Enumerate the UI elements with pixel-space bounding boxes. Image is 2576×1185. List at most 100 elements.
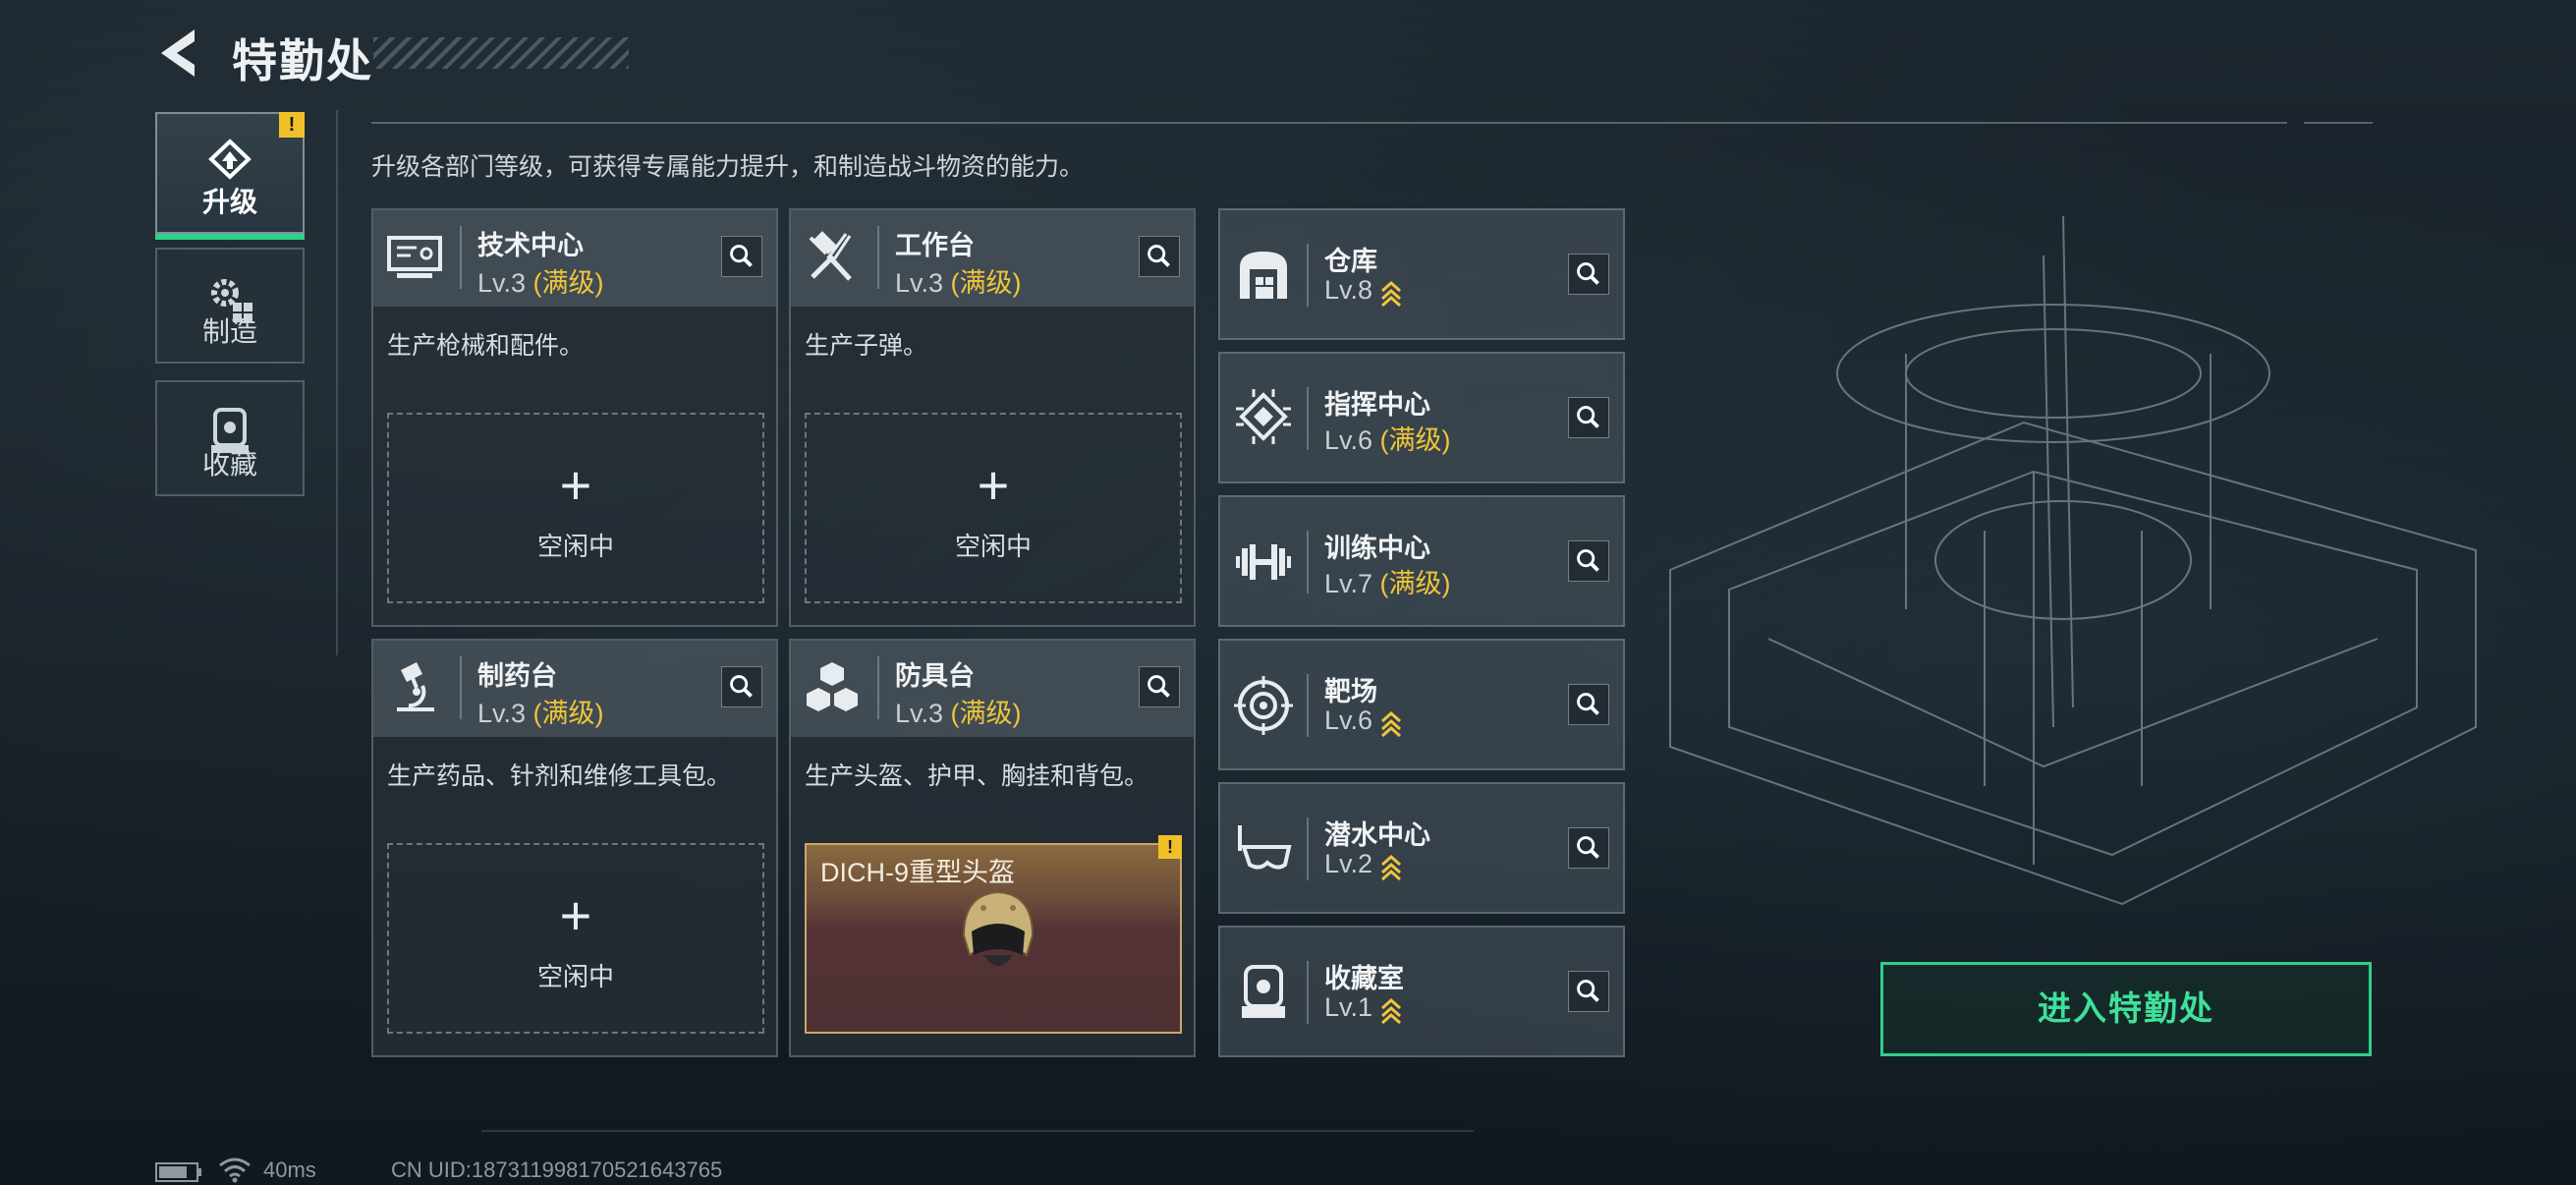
search-icon[interactable]	[1139, 666, 1180, 707]
facility-name: 训练中心	[1324, 534, 1430, 563]
facility-row-warehouse[interactable]: 仓库 Lv.8	[1218, 208, 1625, 340]
facility-level: Lv.6	[1324, 705, 1402, 737]
level-value: Lv.3	[895, 268, 944, 298]
level-value: Lv.7	[1324, 569, 1373, 598]
facility-card-pharmacy[interactable]: 制药台 Lv.3 (满级) 生产药品、针剂和维修工具包。 + 空闲中	[371, 639, 778, 1057]
nav-tab-label: 升级	[201, 187, 257, 217]
separator	[877, 226, 879, 289]
add-icon: +	[559, 454, 592, 516]
max-level-label: (满级)	[1379, 425, 1451, 455]
upgrade-available-icon	[1381, 710, 1402, 737]
level-value: Lv.6	[1324, 425, 1373, 455]
level-value: Lv.3	[477, 699, 527, 728]
level-value: Lv.6	[1324, 705, 1373, 735]
microscope-icon	[397, 662, 434, 711]
alert-badge: !	[1158, 835, 1182, 859]
facility-name: 技术中心	[477, 231, 584, 260]
facility-name: 仓库	[1324, 247, 1377, 276]
card-header: 制药台 Lv.3 (满级)	[373, 641, 776, 737]
warehouse-icon	[1240, 252, 1287, 299]
separator	[1307, 387, 1309, 450]
facility-level: Lv.3 (满级)	[895, 261, 1022, 300]
separator	[1307, 244, 1309, 307]
search-icon[interactable]	[721, 236, 762, 277]
search-icon[interactable]	[1568, 254, 1609, 295]
facility-name: 防具台	[895, 661, 975, 691]
hammer-wrench-icon	[809, 231, 852, 281]
facility-level: Lv.8	[1324, 275, 1402, 307]
page-description: 升级各部门等级，可获得专属能力提升，和制造战斗物资的能力。	[371, 153, 1085, 181]
target-icon	[1234, 676, 1293, 735]
nav-tab-upgrade[interactable]: 升级 !	[155, 112, 305, 240]
facility-level: Lv.3 (满级)	[477, 692, 604, 730]
alert-badge: !	[279, 112, 305, 138]
facility-row-shooting-range[interactable]: 靶场 Lv.6	[1218, 639, 1625, 770]
monitor-icon	[387, 236, 442, 278]
diving-mask-icon	[1238, 825, 1292, 870]
facility-name: 制药台	[477, 661, 557, 691]
facility-row-training-center[interactable]: 训练中心 Lv.7 (满级)	[1218, 495, 1625, 627]
max-level-label: (满级)	[950, 268, 1022, 298]
search-icon[interactable]	[1568, 827, 1609, 869]
nav-tab-label: 收藏	[201, 449, 257, 480]
facility-name: 收藏室	[1324, 964, 1404, 993]
battery-icon	[155, 1162, 201, 1182]
display-case-icon	[1242, 965, 1285, 1018]
facility-name: 靶场	[1324, 677, 1377, 706]
max-level-label: (满级)	[1379, 569, 1451, 598]
slot-status: 空闲中	[954, 532, 1032, 561]
nav-tab-collection[interactable]: 收藏	[155, 380, 305, 496]
facility-row-diving-center[interactable]: 潜水中心 Lv.2	[1218, 782, 1625, 914]
slot-status: 空闲中	[536, 962, 614, 991]
separator	[1307, 961, 1309, 1024]
card-header: 防具台 Lv.3 (满级)	[791, 641, 1194, 737]
production-slot[interactable]: + 空闲中	[387, 843, 764, 1034]
ping-value: 40ms	[263, 1157, 316, 1182]
separator	[1307, 818, 1309, 880]
search-icon[interactable]	[1568, 397, 1609, 438]
production-item-slot[interactable]: DICH-9重型头盔 !	[805, 835, 1182, 1034]
facility-level: Lv.7 (满级)	[1324, 562, 1451, 600]
upgrade-available-icon	[1381, 997, 1402, 1024]
card-header: 工作台 Lv.3 (满级)	[791, 210, 1194, 307]
command-chip-icon	[1236, 389, 1291, 444]
facility-name: 指挥中心	[1324, 390, 1430, 420]
armor-blocks-icon	[807, 662, 858, 711]
facility-name: 工作台	[895, 231, 975, 260]
upgrade-available-icon	[1381, 280, 1402, 307]
facility-card-workbench[interactable]: 工作台 Lv.3 (满级) 生产子弹。 + 空闲中	[789, 208, 1196, 627]
active-indicator	[155, 234, 305, 240]
max-level-label: (满级)	[532, 268, 604, 298]
search-icon[interactable]	[1568, 540, 1609, 582]
user-uid: CN UID:18731199817052164376​5	[391, 1157, 723, 1182]
upgrade-available-icon	[1381, 854, 1402, 880]
add-icon: +	[559, 884, 592, 946]
dumbbell-icon	[1236, 544, 1291, 580]
facility-description: 生产枪械和配件。	[387, 332, 585, 360]
level-value: Lv.2	[1324, 849, 1373, 878]
search-icon[interactable]	[1568, 684, 1609, 725]
facility-description: 生产子弹。	[805, 332, 928, 360]
add-icon: +	[977, 454, 1010, 516]
facility-card-armor-bench[interactable]: 防具台 Lv.3 (满级) 生产头盔、护甲、胸挂和背包。 DICH-9重型头盔 …	[789, 639, 1196, 1057]
max-level-label: (满级)	[532, 699, 604, 728]
back-arrow-icon[interactable]	[155, 26, 204, 81]
facility-name: 潜水中心	[1324, 820, 1430, 850]
facility-level: Lv.3 (满级)	[895, 692, 1022, 730]
facility-row-collection-room[interactable]: 收藏室 Lv.1	[1218, 926, 1625, 1057]
wifi-icon	[219, 1157, 251, 1183]
production-slot[interactable]: + 空闲中	[805, 413, 1182, 603]
nav-tab-craft[interactable]: 制造	[155, 248, 305, 364]
enter-special-ops-button[interactable]: 进入特勤处	[1880, 962, 2372, 1056]
facility-level: Lv.1	[1324, 992, 1402, 1024]
facility-card-tech-center[interactable]: 技术中心 Lv.3 (满级) 生产枪械和配件。 + 空闲中	[371, 208, 778, 627]
facility-row-command-center[interactable]: 指挥中心 Lv.6 (满级)	[1218, 352, 1625, 483]
facility-level: Lv.3 (满级)	[477, 261, 604, 300]
facility-description: 生产药品、针剂和维修工具包。	[387, 762, 732, 790]
special-ops-structure-illustration	[1669, 215, 2477, 906]
search-icon[interactable]	[721, 666, 762, 707]
search-icon[interactable]	[1139, 236, 1180, 277]
production-slot[interactable]: + 空闲中	[387, 413, 764, 603]
separator	[1307, 674, 1309, 737]
search-icon[interactable]	[1568, 971, 1609, 1012]
